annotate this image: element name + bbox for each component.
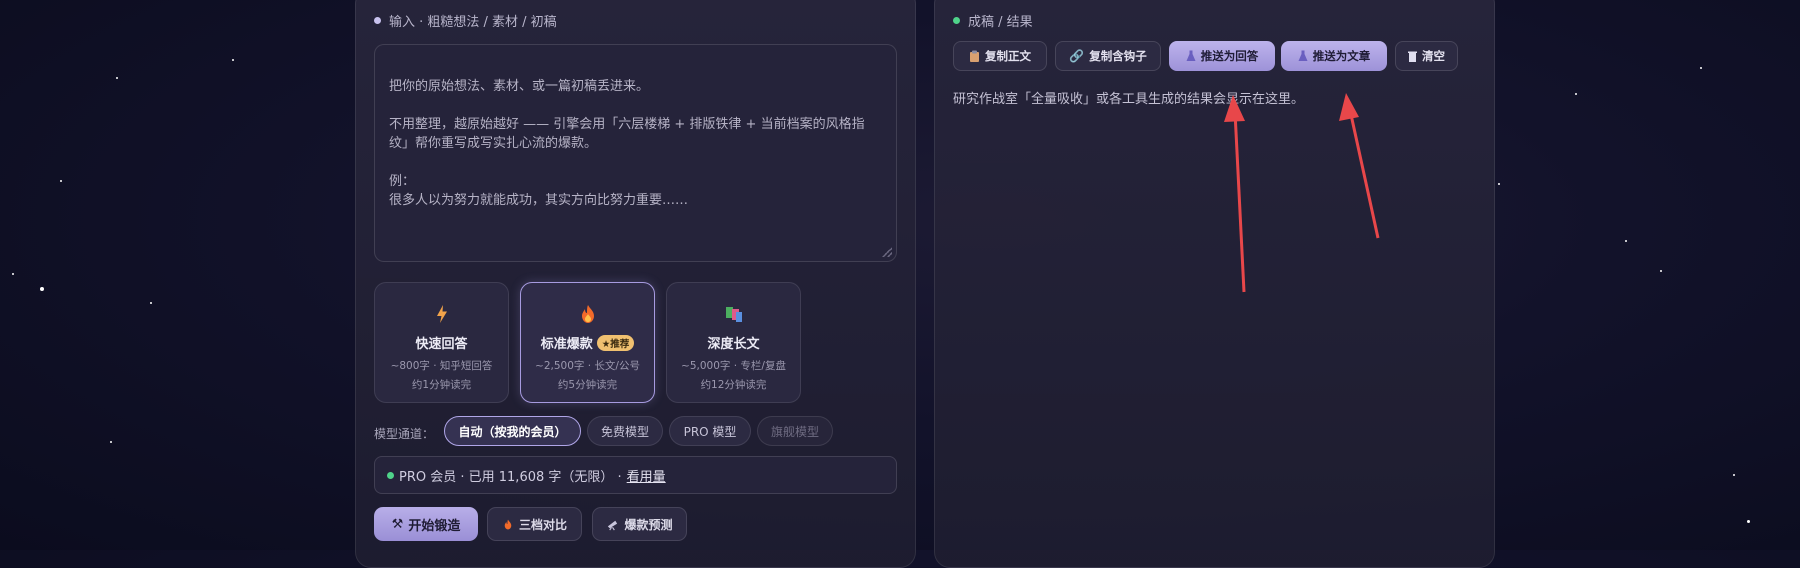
push-answer-button[interactable]: 推送为回答 [1169,41,1275,71]
star [1700,67,1702,69]
channel-label: 模型通道： [374,427,435,441]
green-status-dot [953,17,960,24]
fire-icon [504,519,512,529]
compare-label: 三档对比 [518,517,567,532]
star [110,441,112,443]
mode-name: 深度长文 [707,337,760,352]
result-placeholder: 研究作战室「全量吸收」或各工具生成的结果会显示在这里。 [953,92,1305,107]
mode-desc: ~2,500字 · 长文/公号 [535,360,640,372]
resize-handle[interactable] [882,247,892,257]
star [40,287,44,291]
channel-pro[interactable]: PRO 模型 [669,416,751,446]
input-panel: 输入 · 粗糙想法 / 素材 / 初稿 把你的原始想法、素材、或一篇初稿丢进来。… [355,0,916,568]
mode-desc: ~5,000字 · 专栏/复盘 [681,360,786,372]
input-panel-title: 输入 · 粗糙想法 / 素材 / 初稿 [374,11,557,30]
recommend-badge: ★推荐 [596,334,635,351]
mode-card-deep[interactable]: 深度长文 ~5,000字 · 专栏/复盘 约12分钟读完 [666,282,801,403]
mode-time: 约12分钟读完 [700,379,767,391]
draft-input-placeholder: 把你的原始想法、素材、或一篇初稿丢进来。 不用整理，越原始越好 —— 引擎会用「… [389,79,865,208]
link-icon: 🔗 [1069,49,1085,63]
push-article-label: 推送为文章 [1312,49,1371,63]
mode-card-quick[interactable]: 快速回答 ~800字 · 知乎短回答 约1分钟读完 [374,282,509,403]
copy-hook-button[interactable]: 🔗 复制含钩子 [1055,41,1161,71]
copy-body-button[interactable]: 复制正文 [953,41,1047,71]
star [1747,520,1750,523]
fire-icon [581,305,594,323]
green-status-dot [387,471,394,479]
channel-free[interactable]: 免费模型 [587,416,663,446]
input-title-text: 输入 · 粗糙想法 / 素材 / 初稿 [389,15,557,30]
output-panel: 成稿 / 结果 复制正文 🔗 复制含钩子 推送为回答 推送为文章 清空 研究作战… [934,0,1495,568]
clear-label: 清空 [1422,49,1445,63]
clear-button[interactable]: 清空 [1395,41,1458,71]
usage-text: PRO 会员 · 已用 11,608 字（无限） · [399,469,622,485]
mode-desc: ~800字 · 知乎短回答 [390,360,493,372]
predict-label: 爆款预测 [624,517,673,532]
status-dot [374,17,381,24]
star [1575,93,1577,95]
mode-name: 快速回答 [415,337,468,352]
hammer-icon: ⚒ [391,516,404,532]
star [1498,183,1500,185]
star [1625,240,1627,242]
star [60,180,62,182]
star [1733,474,1735,476]
output-panel-title: 成稿 / 结果 [953,11,1033,30]
push-answer-label: 推送为回答 [1200,49,1259,63]
output-title-text: 成稿 / 结果 [968,15,1033,30]
copy-hook-label: 复制含钩子 [1089,49,1147,63]
trash-icon [1408,51,1417,62]
compare-button[interactable]: 三档对比 [487,507,582,541]
channel-flagship: 旗舰模型 [757,416,833,446]
star [232,59,234,61]
draft-input[interactable]: 把你的原始想法、素材、或一篇初稿丢进来。 不用整理，越原始越好 —— 引擎会用「… [374,44,897,262]
mode-card-standard[interactable]: 标准爆款 ★推荐 ~2,500字 · 长文/公号 约5分钟读完 [520,282,655,403]
telescope-icon [608,520,618,530]
predict-button[interactable]: 爆款预测 [592,507,687,541]
lightning-icon [436,305,447,323]
usage-link[interactable]: 看用量 [627,466,666,485]
star [116,77,118,79]
star [150,302,152,304]
clipboard-icon [970,50,979,62]
books-icon [725,307,742,322]
copy-body-label: 复制正文 [985,49,1031,63]
star [12,273,14,275]
mode-time: 约1分钟读完 [411,379,472,391]
push-article-button[interactable]: 推送为文章 [1281,41,1387,71]
usage-bar: PRO 会员 · 已用 11,608 字（无限） · 看用量 [374,456,897,494]
channel-auto[interactable]: 自动（按我的会员） [444,416,581,446]
flask-icon [1298,50,1308,61]
star [1660,270,1662,272]
mode-name: 标准爆款 [540,337,593,352]
start-forge-button[interactable]: ⚒ 开始锻造 [374,507,478,541]
start-forge-label: 开始锻造 [408,518,461,534]
mode-time: 约5分钟读完 [557,379,618,391]
flask-icon [1186,50,1196,61]
